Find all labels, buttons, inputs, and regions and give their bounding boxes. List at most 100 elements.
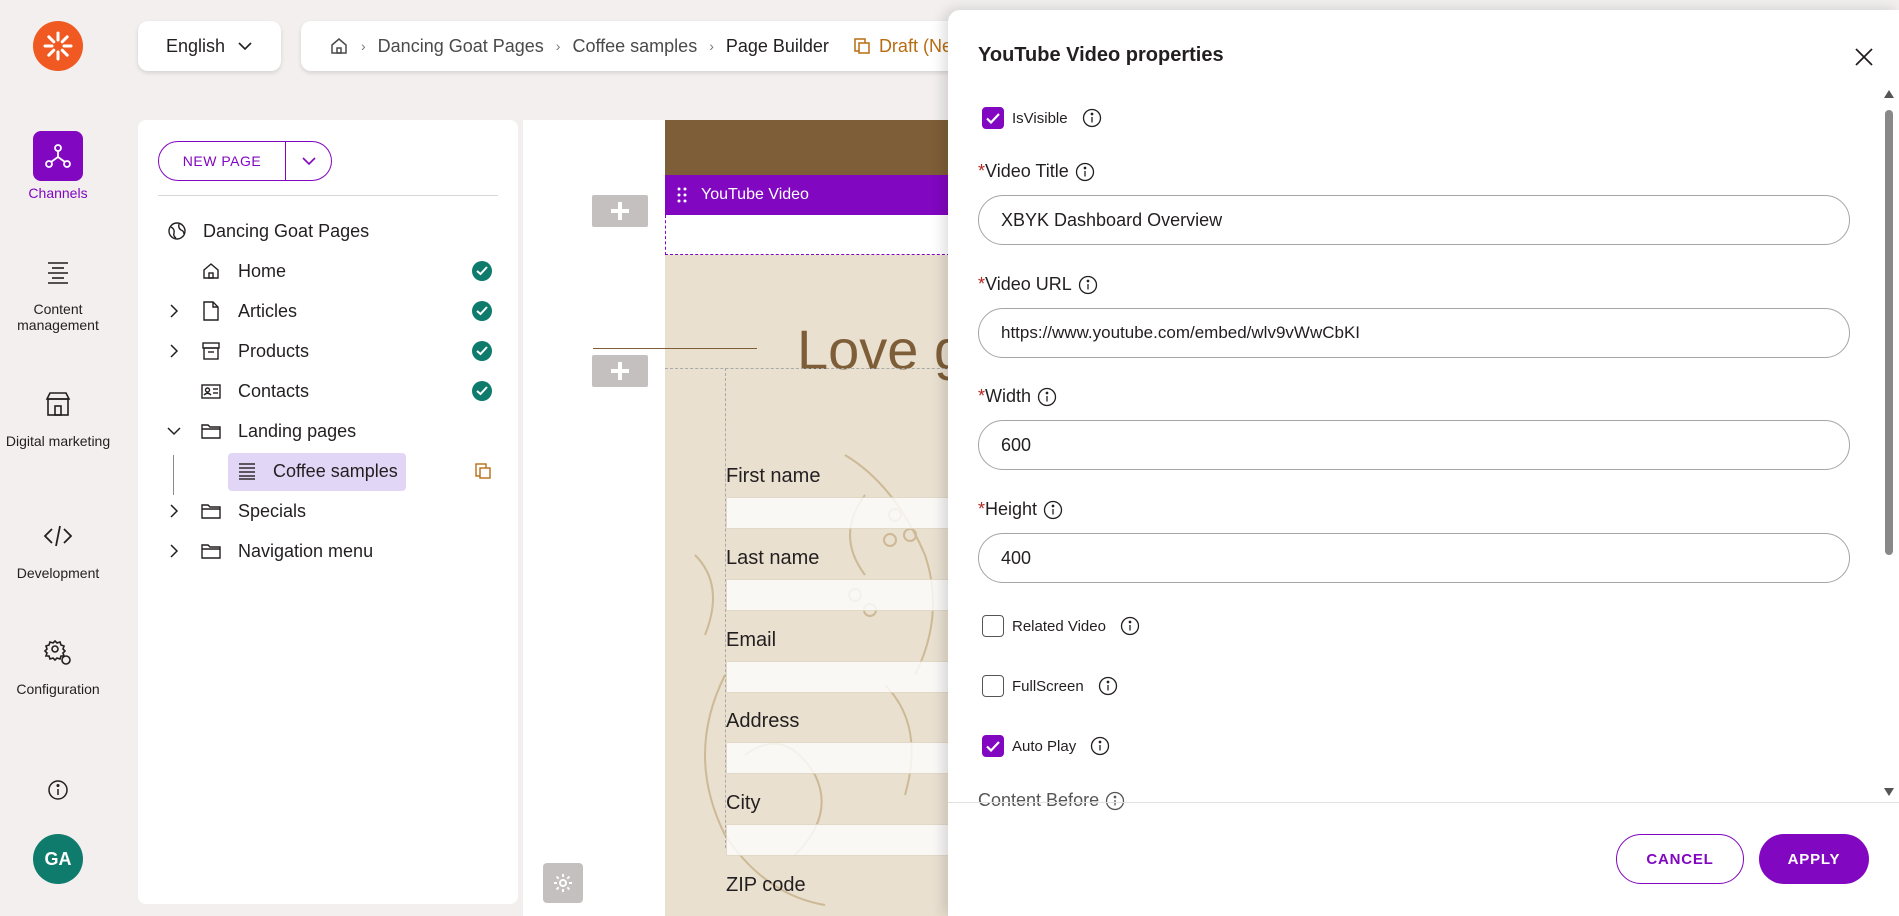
widget-label: YouTube Video <box>701 186 809 203</box>
divider <box>158 195 498 196</box>
tree-node-label: Navigation menu <box>238 540 374 561</box>
draft-copy-icon <box>472 460 494 482</box>
chevron-down-icon <box>301 157 316 166</box>
close-icon[interactable] <box>1852 45 1876 69</box>
chevron-right-icon[interactable] <box>166 303 182 319</box>
widget-body[interactable] <box>665 215 953 255</box>
kentico-logo-icon[interactable] <box>33 21 83 71</box>
autoplay-row: Auto Play <box>982 735 1110 757</box>
tree-node-label: Articles <box>238 300 298 321</box>
chevron-down-icon[interactable] <box>166 423 182 439</box>
info-icon[interactable] <box>1078 275 1098 295</box>
tree-node-label: Specials <box>238 500 307 521</box>
tree-node-label: Products <box>238 340 310 361</box>
breadcrumb-item[interactable]: Dancing Goat Pages <box>378 36 544 57</box>
video-url-input[interactable]: https://www.youtube.com/embed/wlv9vWwCbK… <box>978 308 1850 358</box>
rail-item-digital-marketing[interactable]: Digital marketing <box>0 379 116 449</box>
video-title-label: * Video Title <box>978 161 1095 182</box>
form-label: First name <box>726 465 821 487</box>
rail-item-development[interactable]: Development <box>0 511 116 581</box>
form-input[interactable] <box>726 742 953 774</box>
scroll-up-icon[interactable] <box>1884 90 1894 98</box>
tree-root[interactable]: Dancing Goat Pages <box>138 213 518 249</box>
properties-dialog: YouTube Video properties IsVisible * Vide… <box>948 10 1899 916</box>
fullscreen-checkbox[interactable] <box>982 675 1004 697</box>
required-marker: * <box>978 386 986 406</box>
video-title-input[interactable]: XBYK Dashboard Overview <box>978 195 1850 245</box>
breadcrumb-separator-icon: › <box>555 38 561 54</box>
add-section-button[interactable] <box>592 355 648 387</box>
form-input[interactable] <box>726 661 953 693</box>
widget-header-youtube[interactable]: YouTube Video <box>665 175 953 215</box>
storefront-icon <box>33 379 83 429</box>
required-marker: * <box>978 499 986 519</box>
is-visible-row: IsVisible <box>982 107 1102 129</box>
check-icon <box>986 112 1000 124</box>
tree-node-contacts[interactable]: Contacts <box>138 373 518 409</box>
drag-handle-icon[interactable] <box>677 187 687 208</box>
user-avatar[interactable]: GA <box>33 834 83 884</box>
tree-node-navigation-menu[interactable]: Navigation menu <box>138 533 518 569</box>
tree-node-articles[interactable]: Articles <box>138 293 518 329</box>
info-icon[interactable] <box>46 778 70 802</box>
new-page-dropdown-button[interactable] <box>286 141 332 181</box>
language-selector[interactable]: English <box>138 21 281 71</box>
info-icon[interactable] <box>1120 616 1140 636</box>
info-icon[interactable] <box>1090 736 1110 756</box>
required-marker: * <box>978 274 986 294</box>
form-input[interactable] <box>726 579 953 611</box>
autoplay-checkbox[interactable] <box>982 735 1004 757</box>
chevron-right-icon[interactable] <box>166 543 182 559</box>
hero-heading: Love g <box>797 318 953 381</box>
rail-item-channels[interactable]: Channels <box>0 131 116 201</box>
chevron-right-icon[interactable] <box>166 503 182 519</box>
new-page-button[interactable]: NEW PAGE <box>158 141 286 181</box>
dialog-scrollbar[interactable] <box>1882 90 1896 800</box>
related-video-checkbox[interactable] <box>982 615 1004 637</box>
page-settings-button[interactable] <box>543 863 583 903</box>
form-label: City <box>726 792 761 814</box>
required-marker: * <box>978 161 986 181</box>
breadcrumb-item[interactable]: Coffee samples <box>572 36 697 57</box>
info-icon[interactable] <box>1075 162 1095 182</box>
is-visible-label: IsVisible <box>1012 109 1068 127</box>
height-input[interactable]: 400 <box>978 533 1850 583</box>
is-visible-checkbox[interactable] <box>982 107 1004 129</box>
info-icon[interactable] <box>1043 500 1063 520</box>
tree-node-specials[interactable]: Specials <box>138 493 518 529</box>
rail-item-label: Configuration <box>16 681 100 697</box>
tree-node-label: Coffee samples <box>273 460 398 481</box>
tree-node-home[interactable]: Home <box>138 253 518 289</box>
chevron-right-icon[interactable] <box>166 343 182 359</box>
info-icon[interactable] <box>1082 108 1102 128</box>
page-status-label: Draft (Ne <box>878 35 952 56</box>
fullscreen-row: FullScreen <box>982 675 1118 697</box>
form-input[interactable] <box>726 824 953 856</box>
home-icon[interactable] <box>329 36 349 56</box>
related-video-row: Related Video <box>982 615 1140 637</box>
cancel-button[interactable]: CANCEL <box>1616 834 1744 884</box>
tree-node-coffee-samples[interactable]: Coffee samples <box>138 453 518 491</box>
rail-item-configuration[interactable]: Configuration <box>0 627 116 697</box>
tree-node-landing-pages[interactable]: Landing pages <box>138 413 518 449</box>
field-label: Video Title <box>985 161 1069 181</box>
channels-icon <box>33 131 83 181</box>
width-input[interactable]: 600 <box>978 420 1850 470</box>
apply-button[interactable]: APPLY <box>1759 834 1869 884</box>
form-input[interactable] <box>726 497 953 529</box>
rail-item-label: Content management <box>17 301 99 333</box>
info-icon[interactable] <box>1098 676 1118 696</box>
scrollbar-thumb[interactable] <box>1885 110 1893 555</box>
archive-box-icon <box>200 340 222 362</box>
chevron-down-icon <box>238 42 252 51</box>
section-border <box>665 368 953 369</box>
add-section-button[interactable] <box>592 195 648 227</box>
rail-item-content-management[interactable]: Content management <box>0 247 116 333</box>
field-label: Content Before <box>978 790 1100 810</box>
tree-node-products[interactable]: Products <box>138 333 518 369</box>
tree-node-label: Contacts <box>238 380 310 401</box>
video-url-label: * Video URL <box>978 274 1098 295</box>
info-icon[interactable] <box>1105 791 1125 811</box>
scroll-down-icon[interactable] <box>1884 788 1894 796</box>
info-icon[interactable] <box>1037 387 1057 407</box>
